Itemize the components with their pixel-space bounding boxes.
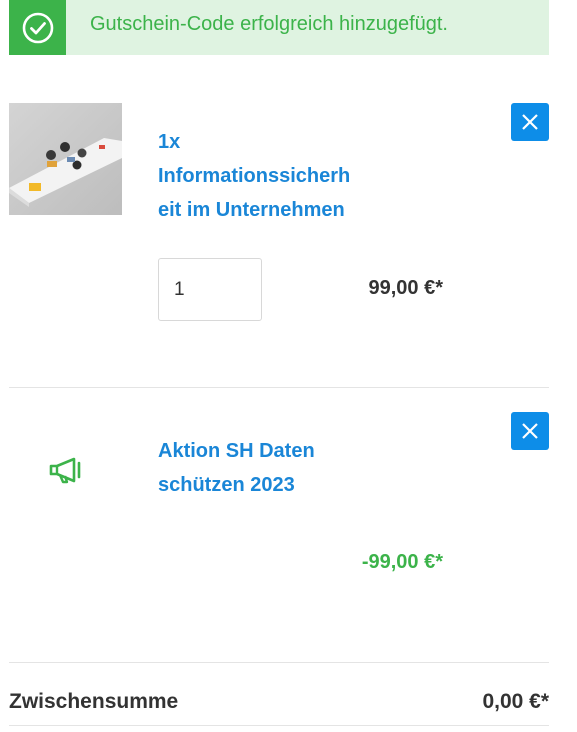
quantity-input[interactable]: 1	[158, 258, 262, 321]
divider	[9, 725, 549, 726]
subtotal-label: Zwischensumme	[9, 690, 179, 713]
promo-title-line[interactable]: schützen 2023	[158, 468, 358, 502]
item-price: 99,00 €*	[368, 277, 443, 299]
item-quantity-label[interactable]: 1x	[158, 125, 358, 159]
promo-title-line[interactable]: Aktion SH Daten	[158, 434, 358, 468]
promo-title[interactable]: Aktion SH Daten schützen 2023	[158, 434, 358, 502]
subtotal-value: 0,00 €*	[482, 690, 549, 713]
close-icon	[522, 114, 538, 130]
item-title[interactable]: 1x Informationssicherh eit im Unternehme…	[158, 125, 358, 227]
divider	[9, 387, 549, 388]
promo-price: -99,00 €*	[361, 551, 443, 573]
item-title-line[interactable]: Informationssicherh	[158, 159, 358, 193]
success-alert: Gutschein-Code erfolgreich hinzugefügt.	[9, 0, 549, 55]
close-icon	[522, 423, 538, 439]
remove-promo-button[interactable]	[511, 412, 549, 450]
divider	[9, 662, 549, 663]
item-title-line[interactable]: eit im Unternehmen	[158, 193, 358, 227]
remove-item-button[interactable]	[511, 103, 549, 141]
check-circle-icon	[9, 0, 66, 55]
megaphone-icon	[48, 455, 84, 485]
alert-message: Gutschein-Code erfolgreich hinzugefügt.	[90, 13, 448, 35]
product-image[interactable]	[9, 103, 122, 215]
